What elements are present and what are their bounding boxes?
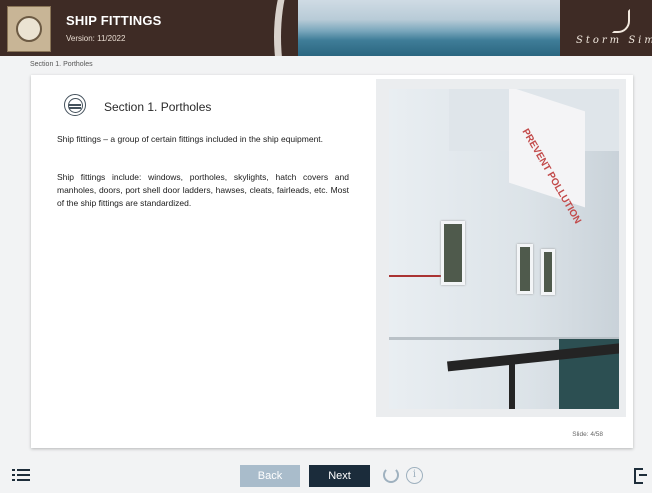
paragraph-examples: Ship fittings include: windows, porthole… <box>57 172 349 208</box>
brand-panel <box>560 0 652 56</box>
menu-icon[interactable] <box>12 469 30 481</box>
photo-porthole-window <box>517 244 533 294</box>
next-button[interactable]: Next <box>309 465 370 487</box>
course-logo <box>7 6 51 52</box>
breadcrumb: Section 1. Portholes <box>30 61 93 68</box>
header-bar: SHIP FITTINGS Version: 11/2022 Storm Sim <box>0 0 652 56</box>
photo-frame: PREVENT POLLUTION <box>376 79 626 417</box>
photo-porthole-window <box>541 249 555 295</box>
slide-card: Section 1. Portholes Ship fittings – a g… <box>31 75 633 448</box>
header-sea-image <box>298 0 582 56</box>
refresh-icon[interactable] <box>383 467 399 483</box>
course-title: SHIP FITTINGS <box>66 13 162 28</box>
section-porthole-icon <box>64 94 86 116</box>
info-icon[interactable]: i <box>406 467 423 484</box>
back-button[interactable]: Back <box>240 465 300 487</box>
photo-rail-post <box>509 357 515 409</box>
ship-superstructure-photo: PREVENT POLLUTION <box>389 89 619 409</box>
brand-logo-text: Storm Sim <box>576 35 652 46</box>
logo-icon <box>16 16 42 42</box>
section-title: Section 1. Portholes <box>104 100 212 114</box>
slide-counter: Slide: 4/58 <box>572 431 603 438</box>
photo-porthole-window <box>441 221 465 285</box>
porthole-frame-decoration <box>274 0 334 56</box>
exit-icon[interactable] <box>634 468 647 484</box>
paragraph-definition: Ship fittings – a group of certain fitti… <box>57 134 324 144</box>
footer-bar: Back Next i <box>0 455 652 493</box>
course-version: Version: 11/2022 <box>66 34 126 43</box>
